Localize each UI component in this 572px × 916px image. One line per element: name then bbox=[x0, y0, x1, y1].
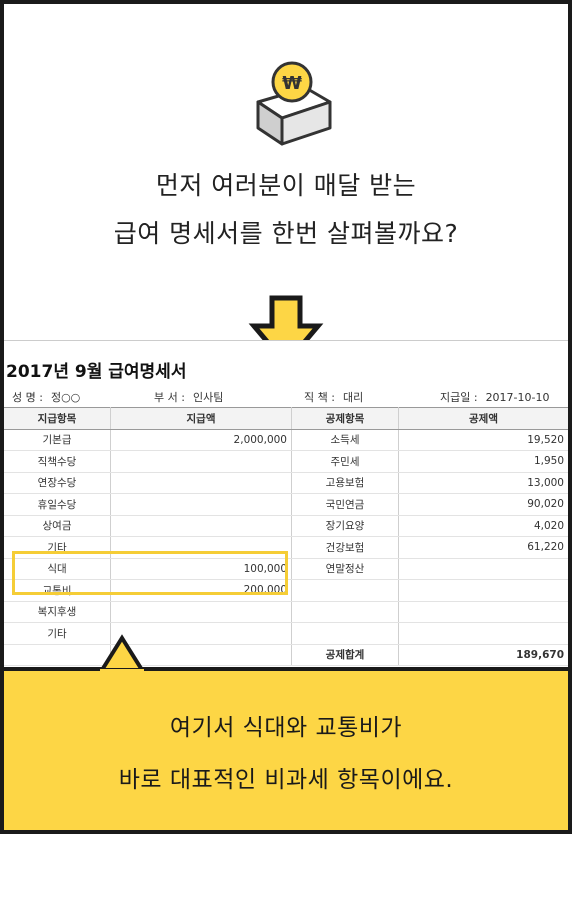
table-cell: 90,020 bbox=[398, 493, 568, 516]
table-row: 공제합계 189,670 bbox=[4, 644, 568, 666]
table-cell bbox=[398, 579, 568, 602]
table-cell bbox=[110, 472, 292, 494]
table-cell: 상여금 bbox=[4, 515, 111, 537]
table-cell: 연장수당 bbox=[4, 472, 111, 494]
table-cell: 기타 bbox=[4, 622, 111, 645]
caption-line-1: 여기서 식대와 교통비가 bbox=[169, 715, 403, 741]
card-frame: ₩ 먼저 여러분이 매달 받는 급여 명세서를 한번 살펴볼까요? 2017년 … bbox=[0, 0, 572, 834]
info-name: 성 명 : 정○○ bbox=[12, 391, 81, 404]
table-cell: 주민세 bbox=[291, 450, 399, 473]
table-cell bbox=[110, 493, 292, 516]
table-cell: 복지후생 bbox=[4, 601, 111, 623]
table-row: 기본급 2,000,000 소득세 19,520 bbox=[4, 429, 568, 451]
table-cell: 직책수당 bbox=[4, 450, 111, 473]
table-cell: 61,220 bbox=[398, 536, 568, 559]
table-cell bbox=[291, 579, 399, 602]
table-row: 직책수당 주민세 1,950 bbox=[4, 450, 568, 473]
info-pay-date: 지급일 :2017-10-10 bbox=[440, 391, 550, 404]
table-cell: 4,020 bbox=[398, 515, 568, 537]
caption-line-2: 바로 대표적인 비과세 항목이에요. bbox=[118, 767, 454, 793]
document-title: 2017년 9월 급여명세서 bbox=[6, 362, 187, 382]
table-row: 복지후생 bbox=[4, 601, 568, 623]
table-cell: 건강보험 bbox=[291, 536, 399, 559]
callout-pointer bbox=[100, 634, 144, 674]
col-header: 지급항목 bbox=[4, 407, 111, 430]
pay-statement-document: 2017년 9월 급여명세서 성 명 : 정○○ 부 서 : 인사팀 직 책 : 대리… bbox=[4, 340, 568, 671]
table-header-row: 지급항목 지급액 공제항목 공제액 bbox=[4, 407, 568, 430]
table-cell: 연말정산 bbox=[291, 558, 399, 580]
table-cell bbox=[291, 601, 399, 623]
table-cell bbox=[110, 601, 292, 623]
pay-table: 지급항목 지급액 공제항목 공제액 기본급 2,000,000 소득세 19,520 직… bbox=[4, 407, 568, 666]
table-cell: 2,000,000 bbox=[110, 429, 292, 451]
highlight-box bbox=[12, 551, 288, 595]
table-row: 연장수당 고용보험 13,000 bbox=[4, 472, 568, 494]
table-cell bbox=[291, 622, 399, 645]
info-department: 부 서 : 인사팀 bbox=[154, 391, 224, 404]
table-cell bbox=[110, 450, 292, 473]
table-cell bbox=[398, 558, 568, 580]
table-cell bbox=[4, 644, 111, 666]
col-header: 지급액 bbox=[110, 407, 292, 430]
headline-line-1: 먼저 여러분이 매달 받는 bbox=[155, 171, 417, 200]
col-header: 공제항목 bbox=[291, 407, 399, 430]
coin-symbol: ₩ bbox=[282, 73, 302, 94]
table-cell: 국민연금 bbox=[291, 493, 399, 516]
headline-line-2: 급여 명세서를 한번 살펴볼까요? bbox=[113, 219, 459, 248]
table-cell: 고용보험 bbox=[291, 472, 399, 494]
coin-box-icon: ₩ bbox=[256, 61, 332, 146]
table-cell: 휴일수당 bbox=[4, 493, 111, 516]
table-row: 휴일수당 국민연금 90,020 bbox=[4, 493, 568, 516]
info-position: 직 책 : 대리 bbox=[304, 391, 364, 404]
table-cell bbox=[110, 515, 292, 537]
table-cell bbox=[398, 601, 568, 623]
col-header: 공제액 bbox=[398, 407, 568, 430]
table-cell: 장기요양 bbox=[291, 515, 399, 537]
table-cell: 기본급 bbox=[4, 429, 111, 451]
table-cell: 19,520 bbox=[398, 429, 568, 451]
table-cell bbox=[398, 622, 568, 645]
table-cell: 189,670 bbox=[398, 644, 568, 666]
table-row: 기타 bbox=[4, 622, 568, 645]
table-cell: 공제합계 bbox=[291, 644, 399, 666]
caption-panel bbox=[4, 667, 568, 830]
table-cell: 13,000 bbox=[398, 472, 568, 494]
table-row: 상여금 장기요양 4,020 bbox=[4, 515, 568, 537]
table-cell: 1,950 bbox=[398, 450, 568, 473]
table-cell: 소득세 bbox=[291, 429, 399, 451]
